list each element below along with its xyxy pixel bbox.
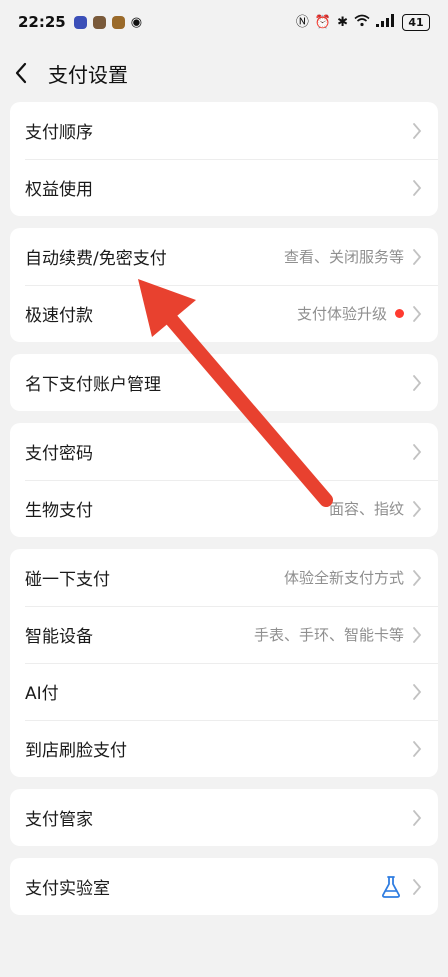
settings-group: 支付密码 生物支付 面容、指纹: [10, 423, 438, 537]
row-label: 智能设备: [25, 627, 93, 647]
row-hint: 查看、关闭服务等: [283, 248, 404, 266]
chevron-right-icon: [412, 569, 424, 587]
settings-group: 支付实验室: [10, 858, 438, 915]
chevron-right-icon: [412, 626, 424, 644]
row-label: 自动续费/免密支付: [25, 249, 167, 269]
row-benefits-use[interactable]: 权益使用: [10, 159, 438, 216]
flask-icon: [380, 875, 402, 899]
app-notification-icon: [111, 15, 125, 29]
bluetooth-icon: ✱: [337, 14, 348, 30]
row-hint: 手表、手环、智能卡等: [253, 626, 404, 644]
row-tap-to-pay[interactable]: 碰一下支付 体验全新支付方式: [10, 549, 438, 606]
row-payment-steward[interactable]: 支付管家: [10, 789, 438, 846]
chevron-right-icon: [412, 683, 424, 701]
row-payment-password[interactable]: 支付密码: [10, 423, 438, 480]
row-auto-renew-passwordless[interactable]: 自动续费/免密支付 查看、关闭服务等: [10, 228, 438, 285]
app-notification-icon: [73, 15, 87, 29]
row-label: 支付顺序: [25, 123, 93, 143]
row-payment-order[interactable]: 支付顺序: [10, 102, 438, 159]
settings-group: 支付顺序 权益使用: [10, 102, 438, 216]
status-right: Ⓝ ⏰ ✱ 41: [295, 13, 430, 31]
chevron-right-icon: [412, 305, 424, 323]
signal-icon: [376, 14, 396, 30]
row-label: 碰一下支付: [25, 570, 110, 590]
row-ai-pay[interactable]: AI付: [10, 663, 438, 720]
status-bar: 22:25 ◉ Ⓝ ⏰ ✱ 41: [0, 0, 448, 44]
settings-group: 碰一下支付 体验全新支付方式 智能设备 手表、手环、智能卡等 AI付 到店刷脸支…: [10, 549, 438, 777]
chevron-right-icon: [412, 122, 424, 140]
row-label: 支付管家: [25, 810, 93, 830]
row-label: 支付密码: [25, 444, 93, 464]
row-label: 支付实验室: [25, 879, 110, 899]
chevron-right-icon: [412, 248, 424, 266]
row-hint: 支付体验升级: [296, 305, 387, 323]
row-fast-payment[interactable]: 极速付款 支付体验升级: [10, 285, 438, 342]
chevron-right-icon: [412, 443, 424, 461]
row-label: 极速付款: [25, 306, 93, 326]
row-account-management[interactable]: 名下支付账户管理: [10, 354, 438, 411]
chevron-right-icon: [412, 809, 424, 827]
status-left: 22:25 ◉: [18, 13, 142, 31]
status-time: 22:25: [18, 13, 66, 31]
app-notification-icon: [92, 15, 106, 29]
row-label: 到店刷脸支付: [25, 741, 127, 761]
wifi-icon: [354, 14, 370, 30]
row-label: AI付: [25, 684, 59, 704]
row-hint: 体验全新支付方式: [283, 569, 404, 587]
battery-indicator: 41: [402, 13, 430, 31]
row-payment-lab[interactable]: 支付实验室: [10, 858, 438, 915]
chevron-right-icon: [412, 500, 424, 518]
settings-group: 支付管家: [10, 789, 438, 846]
chevron-left-icon: [15, 62, 27, 84]
chevron-right-icon: [412, 374, 424, 392]
new-badge-dot: [395, 309, 404, 318]
row-label: 名下支付账户管理: [25, 375, 161, 395]
row-label: 权益使用: [25, 180, 93, 200]
nfc-icon: Ⓝ: [295, 14, 309, 30]
chevron-right-icon: [412, 740, 424, 758]
row-face-pay-in-store[interactable]: 到店刷脸支付: [10, 720, 438, 777]
page-title: 支付设置: [48, 62, 128, 87]
row-label: 生物支付: [25, 501, 93, 521]
back-button[interactable]: [14, 62, 36, 84]
row-smart-devices[interactable]: 智能设备 手表、手环、智能卡等: [10, 606, 438, 663]
settings-group: 名下支付账户管理: [10, 354, 438, 411]
settings-group: 自动续费/免密支付 查看、关闭服务等 极速付款 支付体验升级: [10, 228, 438, 342]
row-biometric-payment[interactable]: 生物支付 面容、指纹: [10, 480, 438, 537]
row-hint: 面容、指纹: [328, 500, 404, 518]
alarm-icon: ⏰: [314, 14, 332, 30]
chevron-right-icon: [412, 179, 424, 197]
eye-icon: ◉: [130, 14, 143, 30]
page-header: 支付设置: [0, 44, 448, 102]
chevron-right-icon: [412, 878, 424, 896]
